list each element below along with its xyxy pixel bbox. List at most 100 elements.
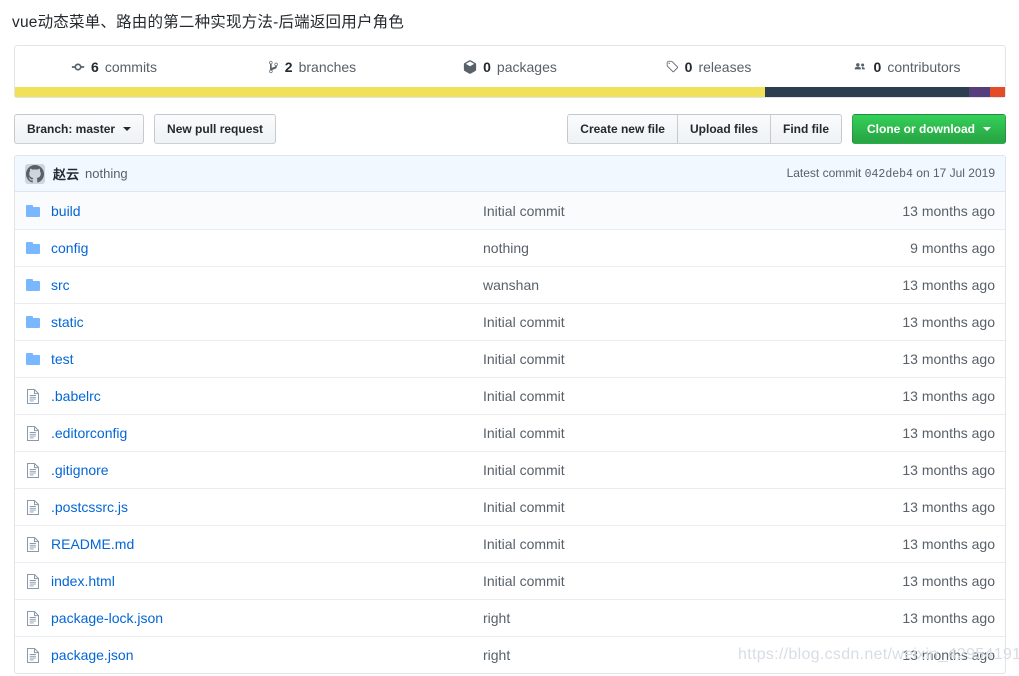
commit-author[interactable]: 赵云 bbox=[53, 164, 79, 183]
file-name-link[interactable]: .babelrc bbox=[51, 388, 483, 404]
summary-item-commits[interactable]: 6 commits bbox=[15, 46, 213, 87]
table-row[interactable]: index.htmlInitial commit13 months ago bbox=[15, 562, 1005, 599]
commit-date: on 17 Jul 2019 bbox=[916, 166, 995, 180]
file-commit-message[interactable]: Initial commit bbox=[483, 499, 845, 515]
folder-icon bbox=[25, 351, 41, 367]
file-name-link[interactable]: test bbox=[51, 351, 483, 367]
file-commit-message[interactable]: Initial commit bbox=[483, 314, 845, 330]
commit-message[interactable]: nothing bbox=[85, 166, 128, 181]
contributors-count: 0 bbox=[874, 59, 882, 75]
packages-link[interactable]: 0 packages bbox=[463, 59, 557, 75]
contributors-link[interactable]: 0 contributors bbox=[852, 59, 961, 75]
branches-link[interactable]: 2 branches bbox=[268, 59, 356, 75]
file-name-link[interactable]: src bbox=[51, 277, 483, 293]
toolbar-right-group: Create new file Upload files Find file C… bbox=[567, 114, 1006, 144]
table-row[interactable]: .gitignoreInitial commit13 months ago bbox=[15, 451, 1005, 488]
table-row[interactable]: testInitial commit13 months ago bbox=[15, 340, 1005, 377]
summary-item-packages[interactable]: 0 packages bbox=[411, 46, 609, 87]
language-bar bbox=[15, 87, 1005, 97]
file-commit-age: 13 months ago bbox=[845, 647, 995, 663]
releases-link[interactable]: 0 releases bbox=[665, 59, 752, 75]
file-commit-message[interactable]: Initial commit bbox=[483, 462, 845, 478]
summary-item-releases[interactable]: 0 releases bbox=[609, 46, 807, 87]
file-icon bbox=[25, 462, 41, 478]
language-segment-vue bbox=[765, 87, 969, 97]
file-name-link[interactable]: .gitignore bbox=[51, 462, 483, 478]
packages-count: 0 bbox=[483, 59, 491, 75]
file-icon bbox=[25, 573, 41, 589]
find-file-button[interactable]: Find file bbox=[770, 114, 842, 144]
file-commit-message[interactable]: right bbox=[483, 647, 845, 663]
page-title: vue动态菜单、路由的第二种实现方法-后端返回用户角色 bbox=[0, 0, 1019, 34]
file-name-link[interactable]: .editorconfig bbox=[51, 425, 483, 441]
upload-files-button[interactable]: Upload files bbox=[677, 114, 770, 144]
file-icon bbox=[25, 425, 41, 441]
latest-commit-header: 赵云 nothing Latest commit 042deb4 on 17 J… bbox=[15, 156, 1005, 192]
file-commit-age: 13 months ago bbox=[845, 203, 995, 219]
file-name-link[interactable]: index.html bbox=[51, 573, 483, 589]
file-commit-age: 9 months ago bbox=[845, 240, 995, 256]
table-row[interactable]: .editorconfigInitial commit13 months ago bbox=[15, 414, 1005, 451]
file-name-link[interactable]: config bbox=[51, 240, 483, 256]
file-name-link[interactable]: package.json bbox=[51, 647, 483, 663]
file-name-link[interactable]: README.md bbox=[51, 536, 483, 552]
table-row[interactable]: .babelrcInitial commit13 months ago bbox=[15, 377, 1005, 414]
file-commit-age: 13 months ago bbox=[845, 388, 995, 404]
new-pull-request-button[interactable]: New pull request bbox=[154, 114, 276, 144]
file-commit-age: 13 months ago bbox=[845, 536, 995, 552]
summary-item-contributors[interactable]: 0 contributors bbox=[807, 46, 1005, 87]
file-commit-message[interactable]: Initial commit bbox=[483, 203, 845, 219]
commits-link[interactable]: 6 commits bbox=[71, 59, 157, 75]
table-row[interactable]: package-lock.jsonright13 months ago bbox=[15, 599, 1005, 636]
commits-label: commits bbox=[105, 59, 157, 75]
folder-icon bbox=[25, 314, 41, 330]
branches-count: 2 bbox=[285, 59, 293, 75]
file-commit-message[interactable]: right bbox=[483, 610, 845, 626]
branch-select-button[interactable]: Branch: master bbox=[14, 114, 144, 144]
language-segment-css bbox=[969, 87, 990, 97]
folder-icon bbox=[25, 203, 41, 219]
summary-item-branches[interactable]: 2 branches bbox=[213, 46, 411, 87]
releases-count: 0 bbox=[685, 59, 693, 75]
chevron-down-icon bbox=[123, 127, 131, 131]
table-row[interactable]: confignothing9 months ago bbox=[15, 229, 1005, 266]
file-commit-message[interactable]: wanshan bbox=[483, 277, 845, 293]
create-new-file-button[interactable]: Create new file bbox=[567, 114, 677, 144]
file-commit-message[interactable]: Initial commit bbox=[483, 351, 845, 367]
commit-sha[interactable]: 042deb4 bbox=[865, 168, 913, 181]
releases-label: releases bbox=[698, 59, 751, 75]
language-segment-javascript bbox=[15, 87, 765, 97]
file-action-button-group: Create new file Upload files Find file bbox=[567, 114, 842, 144]
file-name-link[interactable]: .postcssrc.js bbox=[51, 499, 483, 515]
file-commit-age: 13 months ago bbox=[845, 425, 995, 441]
table-row[interactable]: buildInitial commit13 months ago bbox=[15, 192, 1005, 229]
table-row[interactable]: .postcssrc.jsInitial commit13 months ago bbox=[15, 488, 1005, 525]
table-row[interactable]: package.jsonright13 months ago bbox=[15, 636, 1005, 673]
file-commit-message[interactable]: Initial commit bbox=[483, 425, 845, 441]
file-commit-message[interactable]: Initial commit bbox=[483, 573, 845, 589]
package-icon bbox=[463, 60, 477, 74]
branch-icon bbox=[268, 60, 279, 74]
commits-count: 6 bbox=[91, 59, 99, 75]
file-commit-age: 13 months ago bbox=[845, 499, 995, 515]
file-navigation-toolbar: Branch: master New pull request Create n… bbox=[14, 114, 1006, 148]
file-row-list: buildInitial commit13 months agoconfigno… bbox=[15, 192, 1005, 673]
toolbar-left-group: Branch: master New pull request bbox=[14, 114, 276, 144]
table-row[interactable]: srcwanshan13 months ago bbox=[15, 266, 1005, 303]
folder-icon bbox=[25, 277, 41, 293]
file-commit-age: 13 months ago bbox=[845, 573, 995, 589]
people-icon bbox=[852, 60, 868, 74]
file-name-link[interactable]: static bbox=[51, 314, 483, 330]
file-commit-message[interactable]: nothing bbox=[483, 240, 845, 256]
file-name-link[interactable]: build bbox=[51, 203, 483, 219]
table-row[interactable]: staticInitial commit13 months ago bbox=[15, 303, 1005, 340]
avatar bbox=[25, 164, 45, 184]
clone-or-download-button[interactable]: Clone or download bbox=[852, 114, 1006, 144]
table-row[interactable]: README.mdInitial commit13 months ago bbox=[15, 525, 1005, 562]
file-commit-message[interactable]: Initial commit bbox=[483, 388, 845, 404]
branches-label: branches bbox=[299, 59, 357, 75]
file-name-link[interactable]: package-lock.json bbox=[51, 610, 483, 626]
file-icon bbox=[25, 610, 41, 626]
file-commit-message[interactable]: Initial commit bbox=[483, 536, 845, 552]
contributors-label: contributors bbox=[887, 59, 960, 75]
